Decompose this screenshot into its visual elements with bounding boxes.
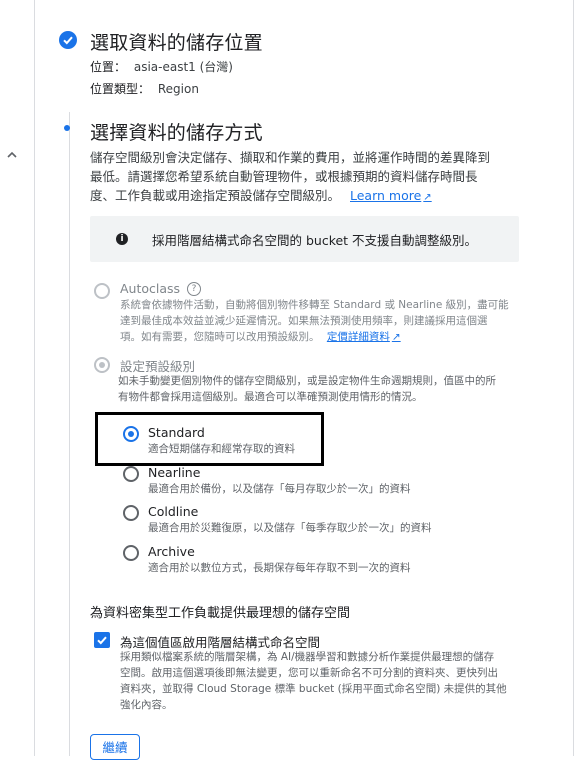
external-link-icon: ↗ [423,192,432,203]
hns-desc-line: 強化內容。 [120,699,173,711]
learn-more-label: Learn more [350,188,422,203]
autoclass-desc-text: 項。如有需要，您隨時可以改用預設級別。 [120,331,320,343]
default-class-desc-line: 有物件都會採用這個級別。最適合可以準確預測使用情形的情況。 [118,391,423,403]
autoclass-radio [94,283,110,299]
step1-title: 選取資料的儲存位置 [90,32,263,54]
help-icon[interactable]: ? [187,282,201,296]
nearline-label: Nearline [148,465,201,480]
coldline-description: 最適合用於災難復原，以及儲存「每季存取少於一次」的資料 [148,522,432,534]
hns-desc-line: 空間。啟用這個選項後即無法變更，您可以重新命名不可分割的資料夾、更快列出 [120,667,498,679]
description-line: 儲存空間級別會決定儲存、擷取和作業的費用，並將運作時間的差異降到 [90,150,491,165]
hns-heading: 為資料密集型工作負載提供最理想的儲存空間 [90,606,351,621]
pricing-details-label: 定價詳細資料 [326,331,390,343]
learn-more-link[interactable]: Learn more ↗ [350,188,432,203]
archive-radio[interactable] [123,545,139,561]
external-link-icon: ↗ [391,331,401,343]
description-line: 度、工作負載或用途指定預設儲存空間級別。 Learn more ↗ [90,186,520,207]
autoclass-label: Autoclass [120,281,181,296]
location-type-value: Region [157,82,199,96]
autoclass-description: 系統會依據物件活動，自動將個別物件移轉至 Standard 或 Nearline… [120,297,530,345]
autoclass-desc-line: 達到最佳成本效益並減少延遲情況。如果無法預測使用頻率，則建議採用這個選 [120,315,488,327]
autoclass-desc-line: 系統會依據物件活動，自動將個別物件移轉至 Standard 或 Nearline… [120,299,509,311]
checkbox-checked-icon[interactable] [94,632,110,648]
hns-desc-line: 資料夾，並取得 Cloud Storage 標準 bucket (採用平面式命名… [120,683,507,695]
active-step-dot [64,125,70,131]
description-line: 最低。請選擇您希望系統自動管理物件，或根據預期的資料儲存時間長 [90,169,478,184]
nearline-radio[interactable] [123,466,139,482]
step-connector-line [69,112,70,756]
archive-description: 適合用於以數位方式，長期保存每年存取不到一次的資料 [148,562,411,574]
right-divider [573,0,574,756]
location-row: 位置： asia-east1 (台灣) [90,58,233,75]
default-class-desc-line: 如未手動變更個別物件的儲存空間級別，或是設定物件生命週期規則，值區中的所 [118,375,496,387]
location-label: 位置： [90,60,127,74]
location-type-row: 位置類型： Region [90,80,199,97]
archive-label: Archive [148,544,195,559]
info-banner-text: 採用階層結構式命名空間的 bucket 不支援自動調整級別。 [152,233,478,248]
description-text: 度、工作負載或用途指定預設儲存空間級別。 [90,188,341,203]
location-value: asia-east1 (台灣) [133,60,233,74]
location-type-label: 位置類型： [90,82,151,96]
pricing-details-link[interactable]: 定價詳細資料 ↗ [327,331,401,343]
highlight-annotation-box [95,412,324,466]
coldline-radio[interactable] [123,505,139,521]
hns-desc-line: 採用類似檔案系統的階層架構，為 AI/機器學習和數據分析作業提供最理想的儲存 [120,651,495,663]
continue-button[interactable]: 繼續 [90,734,140,760]
default-class-description: 如未手動變更個別物件的儲存空間級別，或是設定物件生命週期規則，值區中的所 有物件… [118,373,538,405]
chevron-up-icon[interactable] [5,147,19,161]
coldline-label: Coldline [148,504,199,519]
default-class-radio [94,357,110,373]
storage-class-description: 儲存空間級別會決定儲存、擷取和作業的費用，並將運作時間的差異降到 最低。請選擇您… [90,148,520,207]
check-circle-icon [59,31,77,49]
left-divider [34,0,35,756]
info-icon: i [116,233,128,245]
hns-description: 採用類似檔案系統的階層架構，為 AI/機器學習和數據分析作業提供最理想的儲存 空… [120,649,540,713]
nearline-description: 最適合用於備份，以及儲存「每月存取少於一次」的資料 [148,483,411,495]
step2-title: 選擇資料的儲存方式 [90,122,263,144]
autoclass-desc-line: 項。如有需要，您隨時可以改用預設級別。 定價詳細資料 ↗ [120,329,530,345]
